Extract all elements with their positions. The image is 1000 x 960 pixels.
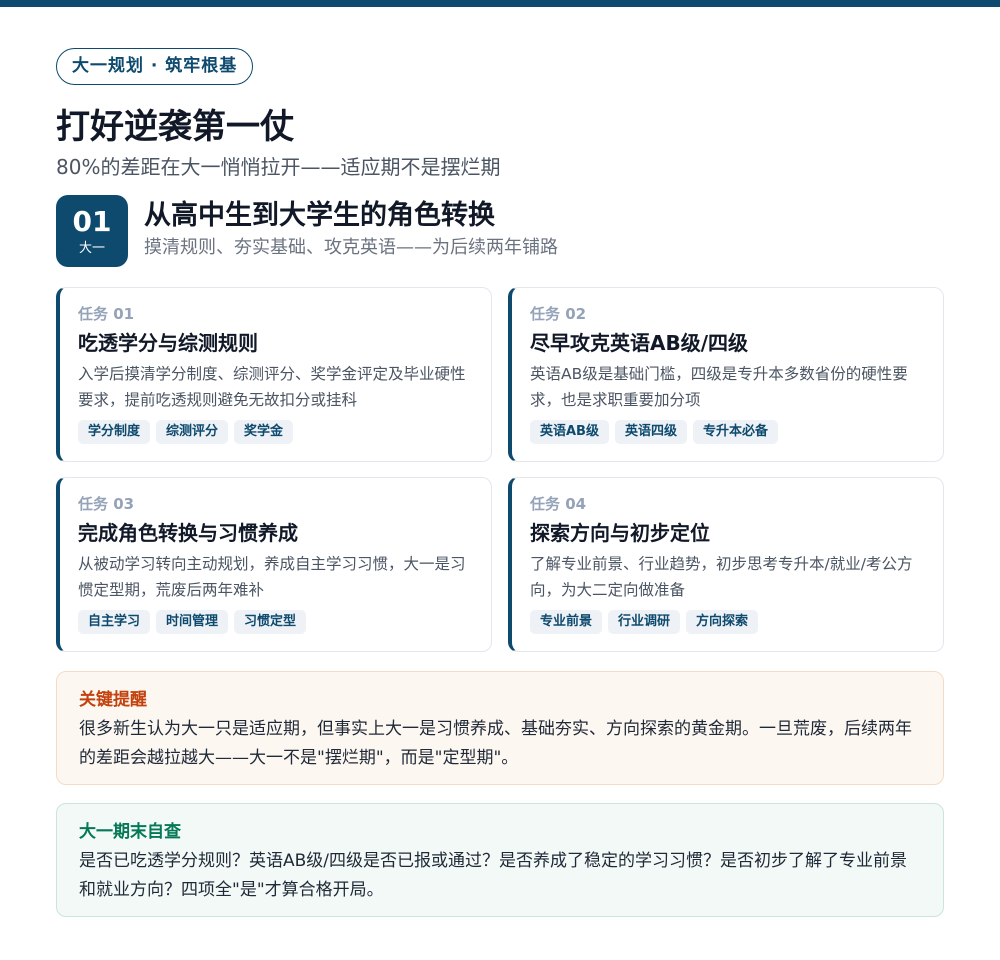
page-title: 打好逆袭第一仗 xyxy=(56,107,294,147)
task-grid: 任务 01 吃透学分与综测规则 入学后摸清学分制度、综测评分、奖学金评定及毕业硬… xyxy=(56,287,944,652)
page-content: 大一规划 · 筑牢根基 打好逆袭第一仗 80%的差距在大一悄悄拉开——适应期不是… xyxy=(56,48,944,917)
task-description: 从被动学习转向主动规划，养成自主学习习惯，大一是习惯定型期，荒废后两年难补 xyxy=(78,555,466,599)
task-chips: 学分制度 综测评分 奖学金 xyxy=(78,420,473,444)
key-reminder-box: 关键提醒 很多新生认为大一只是适应期，但事实上大一是习惯养成、基础夯实、方向探索… xyxy=(56,671,944,785)
section-subtitle: 摸清规则、夯实基础、攻克英语——为后续两年铺路 xyxy=(144,237,558,258)
section-number: 01 xyxy=(72,205,112,238)
task-chip: 英语四级 xyxy=(614,420,687,444)
page-subtitle: 80%的差距在大一悄悄拉开——适应期不是摆烂期 xyxy=(56,155,501,179)
task-chip: 奖学金 xyxy=(234,420,294,444)
task-chips: 英语AB级 英语四级 专升本必备 xyxy=(530,420,925,444)
task-chip: 时间管理 xyxy=(156,610,229,634)
section-number-box: 01 大一 xyxy=(56,195,128,267)
task-tag: 任务 03 xyxy=(78,495,135,513)
task-chips: 自主学习 时间管理 习惯定型 xyxy=(78,610,473,634)
task-title: 吃透学分与综测规则 xyxy=(78,331,258,355)
top-accent-bar xyxy=(0,0,1000,7)
header-badge: 大一规划 · 筑牢根基 xyxy=(56,48,254,85)
task-chip: 专升本必备 xyxy=(693,420,779,444)
task-description: 入学后摸清学分制度、综测评分、奖学金评定及毕业硬性要求，提前吃透规则避免无故扣分… xyxy=(78,365,466,409)
task-card: 任务 01 吃透学分与综测规则 入学后摸清学分制度、综测评分、奖学金评定及毕业硬… xyxy=(56,287,492,462)
task-chip: 自主学习 xyxy=(78,610,151,634)
self-check-box: 大一期末自查 是否已吃透学分规则？英语AB级/四级是否已报或通过？是否养成了稳定… xyxy=(56,803,944,917)
task-chip: 专业前景 xyxy=(530,610,603,634)
task-chip: 行业调研 xyxy=(608,610,681,634)
section-text: 从高中生到大学生的角色转换 摸清规则、夯实基础、攻克英语——为后续两年铺路 xyxy=(144,199,558,262)
task-chip: 方向探索 xyxy=(686,610,759,634)
task-chip: 综测评分 xyxy=(156,420,229,444)
checklist-text: 是否已吃透学分规则？英语AB级/四级是否已报或通过？是否养成了稳定的学习习惯？是… xyxy=(79,851,908,900)
section-header: 01 大一 从高中生到大学生的角色转换 摸清规则、夯实基础、攻克英语——为后续两… xyxy=(56,195,944,267)
task-tag: 任务 04 xyxy=(530,495,587,513)
task-chips: 专业前景 行业调研 方向探索 xyxy=(530,610,925,634)
task-card: 任务 03 完成角色转换与习惯养成 从被动学习转向主动规划，养成自主学习习惯，大… xyxy=(56,477,492,652)
task-description: 英语AB级是基础门槛，四级是专升本多数省份的硬性要求，也是求职重要加分项 xyxy=(530,365,908,409)
task-card: 任务 04 探索方向与初步定位 了解专业前景、行业趋势，初步思考专升本/就业/考… xyxy=(508,477,944,652)
task-chip: 学分制度 xyxy=(78,420,151,444)
task-title: 完成角色转换与习惯养成 xyxy=(78,521,298,545)
reminder-text: 很多新生认为大一只是适应期，但事实上大一是习惯养成、基础夯实、方向探索的黄金期。… xyxy=(79,719,912,768)
task-description: 了解专业前景、行业趋势，初步思考专升本/就业/考公方向，为大二定向做准备 xyxy=(530,555,913,599)
task-chip: 英语AB级 xyxy=(530,420,609,444)
section-title: 从高中生到大学生的角色转换 xyxy=(144,200,495,231)
task-tag: 任务 01 xyxy=(78,305,135,323)
task-card: 任务 02 尽早攻克英语AB级/四级 英语AB级是基础门槛，四级是专升本多数省份… xyxy=(508,287,944,462)
task-tag: 任务 02 xyxy=(530,305,587,323)
checklist-title: 大一期末自查 xyxy=(79,822,181,842)
section-number-label: 大一 xyxy=(78,241,105,256)
task-title: 探索方向与初步定位 xyxy=(530,521,710,545)
reminder-title: 关键提醒 xyxy=(79,690,147,710)
task-title: 尽早攻克英语AB级/四级 xyxy=(530,331,749,355)
task-chip: 习惯定型 xyxy=(234,610,307,634)
